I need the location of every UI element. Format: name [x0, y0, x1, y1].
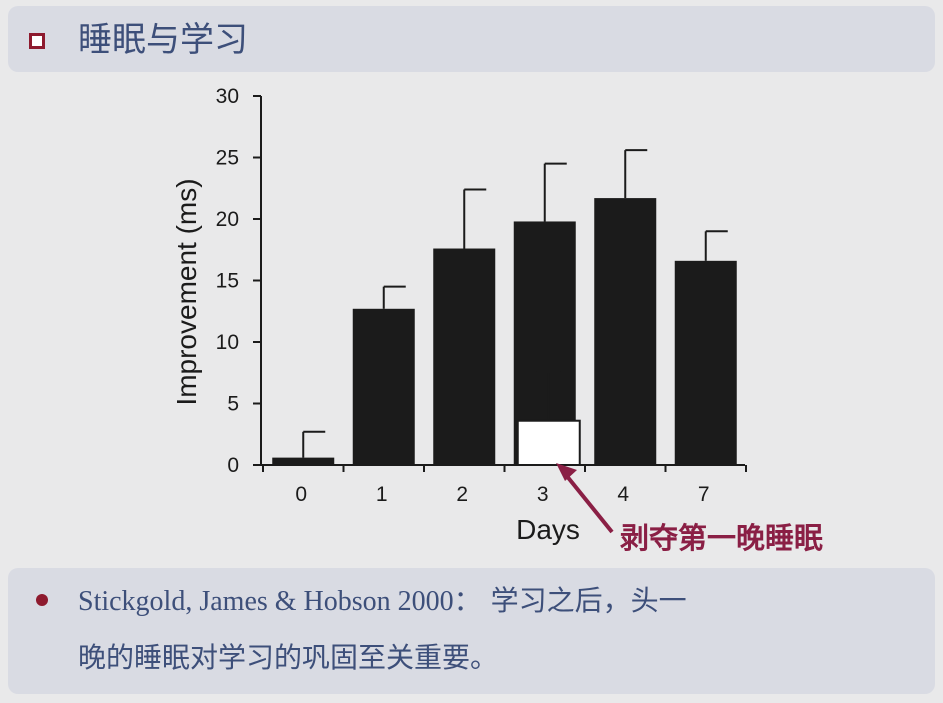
bar	[433, 248, 496, 465]
y-tick-label: 0	[227, 454, 239, 477]
y-tick-label: 5	[227, 393, 239, 416]
note-text-2: 晚的睡眠对学习的巩固至关重要。	[78, 641, 499, 674]
citation: Stickgold, James & Hobson 2000：	[78, 586, 482, 617]
x-tick-label: 3	[537, 483, 549, 506]
bar-chart: 0 5 10 15 20 25 30 0 1 2 3 4 7 Days Improvement (ms)	[171, 85, 747, 545]
bar	[352, 308, 415, 465]
y-tick-label: 25	[216, 147, 239, 170]
bar	[674, 260, 737, 465]
bar	[272, 457, 335, 465]
y-tick-label: 30	[216, 85, 239, 108]
x-tick-label: 7	[698, 483, 710, 506]
chart-area: 0 5 10 15 20 25 30 0 1 2 3 4 7 Days Improvement (ms)	[0, 80, 943, 560]
bullet-dot-icon	[36, 594, 48, 606]
y-axis-label: Improvement (ms)	[171, 178, 202, 405]
bar	[594, 198, 657, 465]
x-tick-label: 0	[295, 483, 307, 506]
chart-annotation: 剥夺第一晚睡眠	[620, 521, 824, 555]
x-axis-label: Days	[516, 514, 580, 545]
note-line-1: Stickgold, James & Hobson 2000： 学习之后，头一	[78, 583, 687, 620]
x-tick-label: 2	[456, 483, 468, 506]
note-text-1: 学习之后，头一	[490, 584, 687, 617]
title-bar: 睡眠与学习	[8, 6, 935, 72]
y-tick-label: 15	[216, 270, 239, 293]
bar-deprived	[516, 419, 581, 466]
y-tick-label: 20	[216, 208, 239, 231]
square-bullet-icon	[29, 33, 45, 49]
page-title: 睡眠与学习	[78, 20, 248, 60]
x-tick-label: 1	[376, 483, 388, 506]
y-tick-label: 10	[216, 331, 239, 354]
note-box: Stickgold, James & Hobson 2000： 学习之后，头一 …	[8, 568, 935, 694]
x-tick-label: 4	[617, 483, 629, 506]
